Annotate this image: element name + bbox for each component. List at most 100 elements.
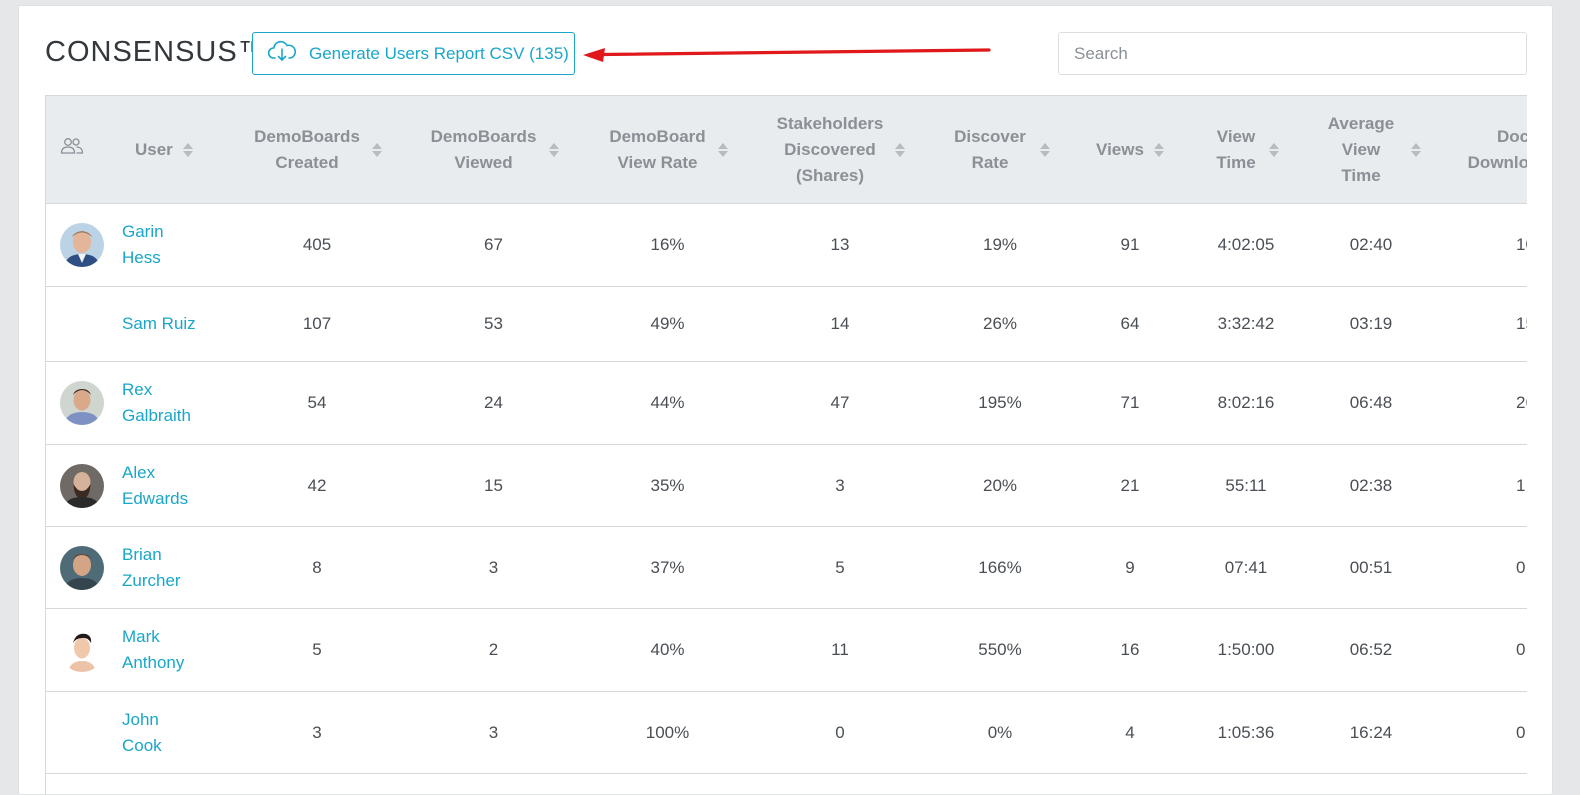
sort-icon	[1411, 142, 1421, 157]
cell-view-rate: 37%	[650, 557, 685, 577]
cell-view-rate: 100%	[645, 722, 690, 742]
cell-viewed: 3	[488, 722, 499, 742]
cell-view-rate: 49%	[650, 314, 685, 333]
user-link[interactable]: Rex Galbraith	[122, 377, 191, 429]
avatar-cell	[46, 445, 122, 527]
cell-view-time: 8:02:16	[1217, 393, 1275, 412]
cell-stakeholders: 11	[831, 640, 849, 659]
users-icon	[60, 137, 84, 159]
user-link[interactable]: Mark Anthony	[122, 624, 184, 676]
cell-created: 42	[307, 475, 327, 495]
column-header-view-time[interactable]: View Time	[1190, 96, 1302, 204]
cell-view-rate: 40%	[650, 640, 685, 659]
column-header-views[interactable]: Views	[1070, 96, 1190, 204]
cell-stakeholders: 5	[835, 557, 845, 577]
sort-icon	[1268, 142, 1279, 157]
cell-view-time: 1:05:36	[1217, 722, 1275, 742]
table-row: Sam Ruiz 107 53 49% 14 26% 64 3:32:42 03…	[46, 287, 1527, 362]
cell-view-rate: 44%	[650, 393, 685, 412]
cell-created: 5	[312, 640, 322, 659]
cell-view-time: 07:41	[1224, 557, 1268, 577]
user-cell: Rex Galbraith	[122, 362, 232, 445]
cell-doc-downloads: 15	[1516, 314, 1527, 333]
user-link[interactable]: Alex Edwards	[122, 460, 188, 512]
cell-views: 4	[1125, 722, 1135, 742]
cell-avg-view-time: 02:38	[1349, 475, 1393, 495]
cell-viewed: 24	[484, 393, 503, 412]
cell-doc-downloads: 26	[1516, 393, 1527, 412]
avatar[interactable]	[60, 381, 104, 425]
cell-viewed: 53	[484, 314, 503, 333]
cell-viewed: 67	[484, 235, 503, 254]
cell-viewed: 15	[484, 475, 503, 495]
column-header-user[interactable]: User	[122, 96, 232, 204]
column-header-icon	[46, 96, 122, 204]
users-report-card: CONSENSUS™ Generate Users Report CSV (13…	[18, 5, 1553, 795]
cell-view-time: 4:02:05	[1217, 235, 1275, 254]
cell-doc-downloads: 10	[1516, 235, 1527, 254]
avatar[interactable]	[60, 628, 104, 672]
avatar[interactable]	[60, 463, 104, 508]
cell-views: 21	[1120, 475, 1140, 495]
cell-discover-rate: 550%	[978, 640, 1022, 659]
user-link[interactable]: John Cook	[122, 707, 162, 759]
table-row: Alex Edwards 42 15 35% 3 20% 21 55:11 02:…	[46, 445, 1527, 527]
cell-doc-downloads: 0	[1516, 557, 1526, 577]
cell-created: 54	[307, 393, 327, 412]
cell-stakeholders: 3	[835, 475, 845, 495]
cell-created: 8	[312, 557, 322, 577]
cell-discover-rate: 195%	[978, 393, 1022, 412]
cell-stakeholders: 13	[830, 235, 850, 254]
user-cell: Garin Hess	[122, 204, 232, 287]
table-header-row: User DemoBoards Created DemoBoards Viewe…	[46, 95, 1527, 204]
red-arrow-icon	[583, 48, 991, 62]
cell-avg-view-time: 02:40	[1349, 235, 1393, 254]
user-link[interactable]: Garin Hess	[122, 219, 164, 271]
sort-icon	[1153, 142, 1164, 157]
cell-created: 3	[312, 722, 322, 742]
sort-icon	[1040, 142, 1050, 157]
column-header-viewed[interactable]: DemoBoards Viewed	[402, 96, 585, 204]
cell-avg-view-time: 06:48	[1349, 393, 1393, 412]
column-header-avg-view-time[interactable]: Average View Time	[1302, 96, 1440, 204]
cell-avg-view-time: 00:51	[1349, 557, 1393, 577]
table-row: Mark Anthony 5 2 40% 11 550% 16 1:50:00 0…	[46, 609, 1527, 692]
avatar[interactable]	[60, 545, 104, 590]
cell-doc-downloads: 0	[1516, 640, 1526, 659]
generate-report-button[interactable]: Generate Users Report CSV (135)	[252, 32, 575, 75]
cell-views: 64	[1120, 314, 1140, 333]
user-link[interactable]: Brian Zurcher	[122, 542, 181, 594]
cell-stakeholders: 0	[835, 722, 845, 742]
user-cell: John Cook	[122, 692, 232, 774]
users-table: User DemoBoards Created DemoBoards Viewe…	[46, 95, 1527, 774]
column-header-doc-downloads[interactable]: Doc Downloads	[1440, 96, 1527, 204]
table-row: Rex Galbraith 54 24 44% 47 195% 71 8:02:1…	[46, 362, 1527, 445]
column-header-view-rate[interactable]: DemoBoard View Rate	[585, 96, 750, 204]
cell-view-time: 1:50:00	[1217, 640, 1275, 659]
cell-discover-rate: 20%	[982, 475, 1018, 495]
avatar-cell	[46, 287, 122, 362]
cell-doc-downloads: 1	[1516, 475, 1526, 495]
user-link[interactable]: Sam Ruiz	[122, 311, 196, 337]
avatar-cell	[46, 692, 122, 774]
column-header-stakeholders[interactable]: Stakeholders Discovered (Shares)	[750, 96, 930, 204]
user-cell: Alex Edwards	[122, 445, 232, 527]
cell-view-rate: 16%	[650, 235, 685, 254]
users-table-wrap: User DemoBoards Created DemoBoards Viewe…	[45, 95, 1527, 794]
search-input[interactable]	[1058, 32, 1527, 75]
avatar-cell	[46, 609, 122, 692]
cell-discover-rate: 166%	[978, 557, 1022, 577]
cell-views: 71	[1120, 393, 1140, 412]
avatar-cell	[46, 362, 122, 445]
avatar-cell	[46, 204, 122, 287]
cell-view-time: 3:32:42	[1217, 314, 1275, 333]
brand-logo: CONSENSUS™	[45, 36, 268, 68]
cell-views: 91	[1120, 235, 1140, 254]
cell-view-rate: 35%	[650, 475, 685, 495]
table-row: John Cook 3 3 100% 0 0% 4 1:05:36 16:24 0	[46, 692, 1527, 774]
avatar[interactable]	[60, 223, 104, 267]
column-header-created[interactable]: DemoBoards Created	[232, 96, 402, 204]
avatar-cell	[46, 527, 122, 609]
column-header-discover-rate[interactable]: Discover Rate	[930, 96, 1070, 204]
cell-created: 405	[302, 235, 332, 254]
